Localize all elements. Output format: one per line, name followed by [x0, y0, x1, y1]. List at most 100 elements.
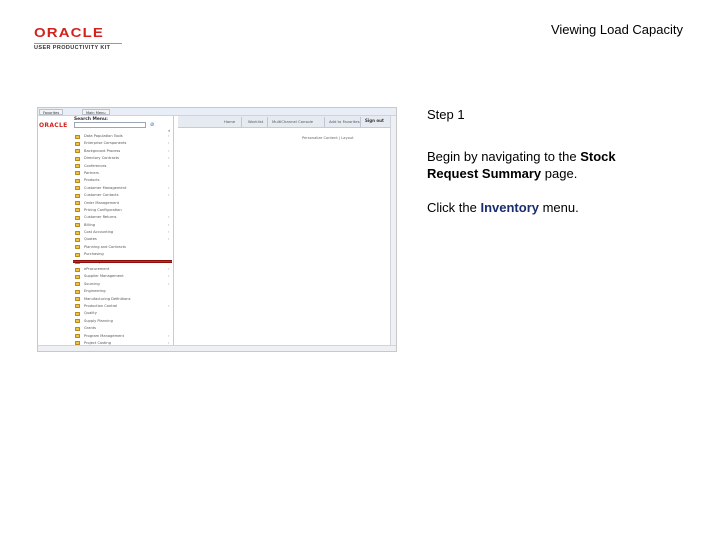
folder-icon [75, 208, 80, 213]
search-go-icon[interactable]: ⊘ [150, 122, 154, 128]
folder-icon [75, 274, 80, 279]
folder-icon [75, 326, 80, 331]
menu-item[interactable]: Directory Contracts › [74, 155, 172, 162]
submenu-arrow-icon: › [168, 193, 170, 198]
menu-item[interactable]: Quotes › [74, 236, 172, 243]
folder-icon [75, 149, 80, 154]
worklist-link[interactable]: Worklist [248, 119, 263, 124]
folder-icon [75, 223, 80, 228]
menu-item[interactable]: Manufacturing Definitions [74, 296, 172, 303]
folder-icon [75, 289, 80, 294]
menu-item[interactable]: Background Process › [74, 148, 172, 155]
menu-search-input[interactable] [74, 122, 146, 128]
tab-main-menu[interactable]: Main Menu [82, 109, 110, 115]
header-separator [324, 117, 325, 127]
menu-item-label: Pricing Configuration [84, 207, 122, 212]
folder-icon [75, 267, 80, 272]
menu-item-label: Customer Returns [84, 215, 117, 220]
menu-item-label: Products [84, 178, 100, 183]
vertical-scrollbar[interactable] [390, 116, 396, 347]
menu-item-label: Partners [84, 170, 99, 175]
step-label: Step 1 [427, 107, 465, 122]
menu-item-label: Data Population Tools [84, 134, 123, 138]
menu-item-list: Data Population Tools › Enterprise Compone… [74, 133, 172, 347]
menu-item[interactable]: Supplier Management › [74, 273, 172, 280]
folder-icon [75, 134, 80, 139]
horizontal-scrollbar[interactable] [38, 345, 396, 351]
folder-icon [75, 156, 80, 161]
menu-item[interactable]: eProcurement › [74, 266, 172, 273]
tab-favorites[interactable]: Favorites [39, 109, 64, 115]
menu-item[interactable]: Production Control › [74, 303, 172, 310]
oracle-upk-logo: ORACLE USER PRODUCTIVITY KIT [34, 24, 134, 51]
submenu-arrow-icon: › [168, 237, 170, 242]
menu-item-label: Supplier Management [84, 274, 124, 279]
home-link[interactable]: Home [224, 119, 235, 124]
add-to-favorites-link[interactable]: Add to Favorites [329, 119, 360, 124]
menu-item[interactable]: Cost Accounting › [74, 229, 172, 236]
folder-icon [75, 171, 80, 176]
instruction-pre: Begin by navigating to the [427, 149, 581, 164]
folder-icon [75, 141, 80, 146]
logo-subtitle: USER PRODUCTIVITY KIT [34, 45, 111, 51]
multichannel-console-link[interactable]: MultiChannel Console [272, 119, 313, 124]
action-post: menu. [538, 200, 579, 215]
folder-icon [75, 282, 80, 287]
folder-icon [75, 311, 80, 316]
menu-item[interactable]: Customer Returns › [74, 214, 172, 221]
folder-icon [75, 186, 80, 191]
header-separator [360, 117, 361, 127]
menu-item-label: Program Management [84, 333, 124, 338]
header-separator [267, 117, 268, 127]
menu-item[interactable]: Enterprise Components › [74, 140, 172, 147]
action-pre: Click the [427, 200, 481, 215]
submenu-arrow-icon: › [168, 267, 170, 272]
instruction-post: page. [541, 166, 578, 181]
screenshot-brand: ORACLE [39, 122, 68, 129]
menu-item[interactable]: Products [74, 177, 172, 184]
menu-item[interactable]: Billing › [74, 222, 172, 229]
folder-icon [75, 252, 80, 257]
menu-item-label: Quotes [84, 237, 97, 242]
menu-item-label: Order Management [84, 200, 120, 205]
header-separator [241, 117, 242, 127]
menu-item[interactable]: Grants [74, 325, 172, 332]
menu-item[interactable]: Order Management [74, 200, 172, 207]
menu-item-label: Sourcing [84, 281, 100, 286]
submenu-arrow-icon: › [168, 274, 170, 279]
action-instruction: Click the Inventory menu. [427, 199, 667, 216]
menu-item[interactable]: Conferences › [74, 163, 172, 170]
instruction-text: Begin by navigating to the Stock Request… [427, 148, 667, 182]
folder-icon [75, 178, 80, 183]
target-menu-name: Inventory [480, 200, 539, 215]
menu-item[interactable]: Purchasing [74, 251, 172, 258]
menu-item-label: eProcurement [84, 267, 110, 272]
personalize-link[interactable]: Personalize Content | Layout [302, 136, 354, 140]
menu-item[interactable]: Pricing Configuration [74, 207, 172, 214]
folder-icon [75, 304, 80, 309]
menu-item[interactable]: Customer Contacts › [74, 192, 172, 199]
menu-item[interactable]: Partners [74, 170, 172, 177]
submenu-arrow-icon: › [168, 185, 170, 190]
folder-icon [75, 164, 80, 169]
menu-item-label: Conferences [84, 163, 107, 168]
menu-item[interactable]: Quality [74, 310, 172, 317]
menu-item-label: Planning and Contracts [84, 244, 126, 249]
main-menu-panel: Search Menu: ⊘ « Data Population Tools › E… [72, 116, 174, 351]
menu-item[interactable]: Program Management › [74, 333, 172, 340]
menu-item-label: Directory Contracts [84, 156, 120, 161]
menu-item[interactable]: Sourcing › [74, 281, 172, 288]
menu-item-label: Manufacturing Definitions [84, 296, 131, 301]
application-screenshot: Favorites Main Menu ORACLE Home Worklist… [37, 107, 397, 352]
submenu-arrow-icon: › [168, 215, 170, 220]
menu-item[interactable]: Customer Management › [74, 185, 172, 192]
menu-item-label: Quality [84, 311, 97, 316]
submenu-arrow-icon: › [168, 141, 170, 146]
menu-item-label: Purchasing [84, 252, 104, 257]
sign-out-link[interactable]: Sign out [365, 118, 384, 123]
menu-item[interactable]: Data Population Tools › [74, 133, 172, 140]
menu-item[interactable]: Supply Planning [74, 318, 172, 325]
menu-item[interactable]: Engineering [74, 288, 172, 295]
menu-item[interactable]: Planning and Contracts [74, 244, 172, 251]
menu-item-label: Supply Planning [84, 318, 113, 323]
